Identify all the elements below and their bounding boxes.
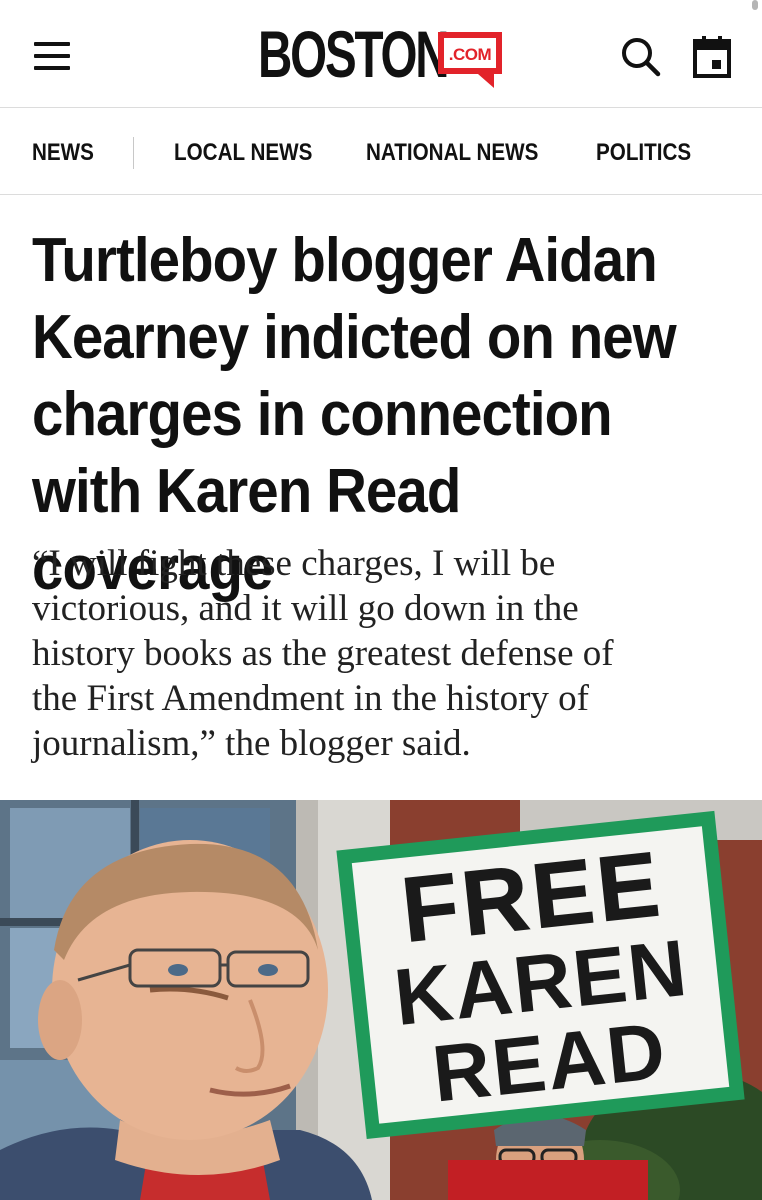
article-photo[interactable]: FREE KAREN READ <box>0 800 762 1200</box>
section-nav: NEWS LOCAL NEWS NATIONAL NEWS POLITICS <box>0 109 762 195</box>
deck-line: journalism,” the blogger said. <box>32 723 471 764</box>
site-logo[interactable]: BOSTON .COM <box>258 18 508 90</box>
nav-divider <box>133 137 134 169</box>
headline-line: charges in connection <box>32 380 613 449</box>
deck-line: history books as the greatest defense of <box>32 633 614 674</box>
nav-item-local-news[interactable]: LOCAL NEWS <box>174 139 312 167</box>
nav-item-politics[interactable]: POLITICS <box>596 139 691 167</box>
calendar-button[interactable] <box>690 34 734 78</box>
scrollbar-thumb[interactable] <box>752 0 758 10</box>
logo-badge-text: .COM <box>449 45 492 64</box>
deck-line: victorious, and it will go down in the <box>32 588 579 629</box>
calendar-icon <box>693 36 731 78</box>
headline-line: Turtleboy blogger Aidan <box>32 226 658 295</box>
search-button[interactable] <box>618 34 662 78</box>
site-header: BOSTON .COM <box>0 0 762 108</box>
logo-badge: .COM <box>438 32 502 88</box>
logo-wordmark: BOSTON <box>258 17 450 91</box>
nav-item-national-news[interactable]: NATIONAL NEWS <box>366 139 538 167</box>
headline-line: Kearney indicted on new <box>32 303 677 372</box>
menu-button[interactable] <box>28 36 74 76</box>
deck-line: “I will fight these charges, I will be <box>32 543 556 584</box>
deck-line: the First Amendment in the history of <box>32 678 590 719</box>
search-icon <box>622 38 661 77</box>
nav-item-news[interactable]: NEWS <box>32 139 94 167</box>
article-deck: “I will fight these charges, I will be v… <box>32 541 732 766</box>
